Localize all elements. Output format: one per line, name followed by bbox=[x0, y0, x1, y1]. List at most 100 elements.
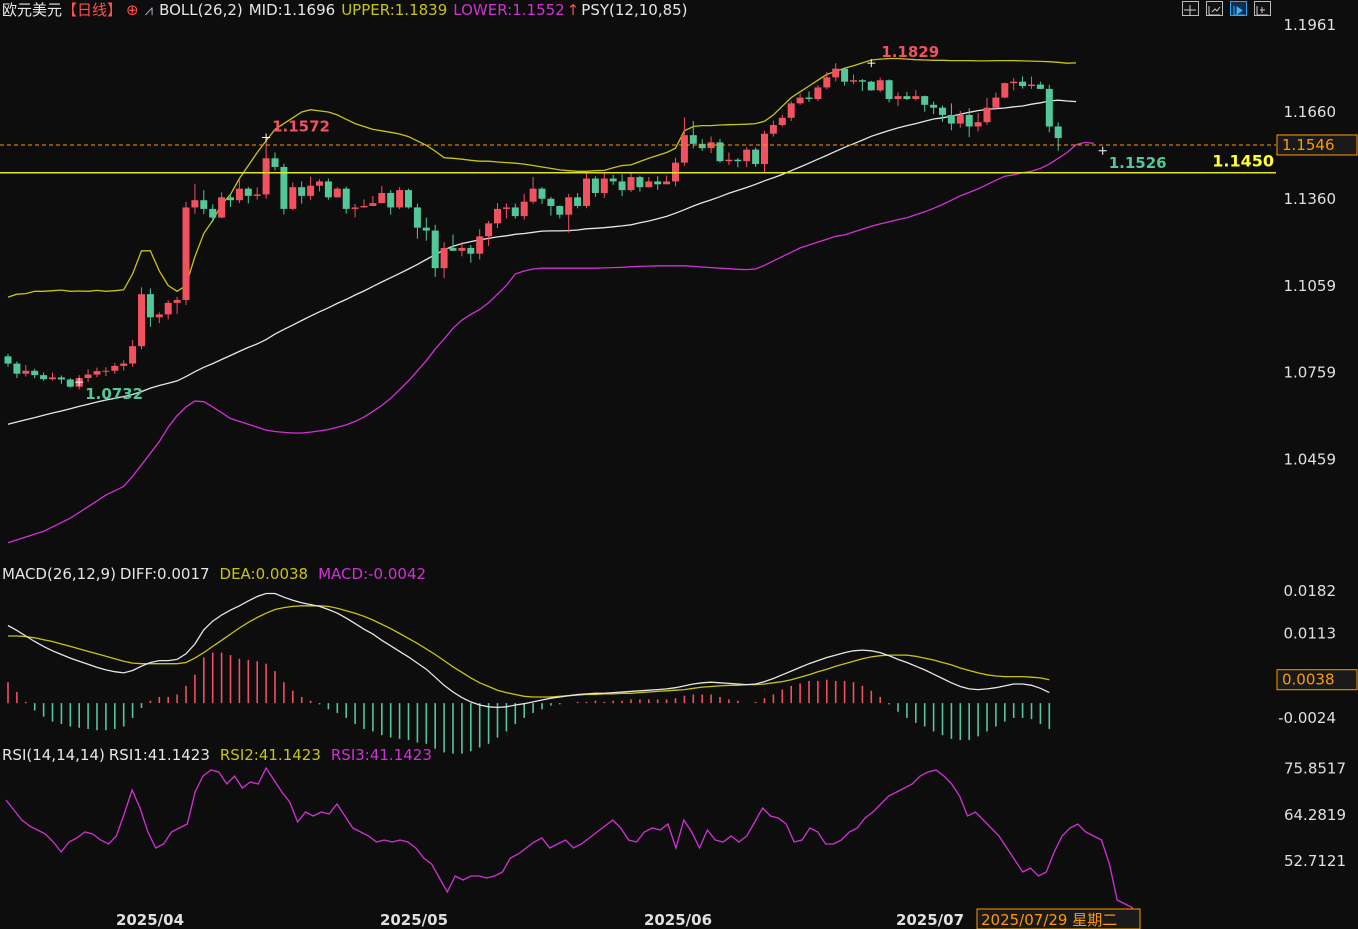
candle-body bbox=[574, 197, 582, 206]
candle-body bbox=[654, 181, 662, 185]
price-panel[interactable]: 1.1961 1.1660 1.1360 1.1059 1.0759 1.0459 1.15… bbox=[0, 16, 1358, 544]
candle-body bbox=[324, 181, 332, 198]
candle-body bbox=[609, 178, 617, 182]
main-indicator-header: 欧元美元【日线】 ⊕ ⩘ BOLL(26,2) MID:1.1696 UPPER:1.18… bbox=[2, 1, 694, 19]
candle-body bbox=[725, 159, 733, 162]
price-axis-label: 1.1059 bbox=[1284, 277, 1337, 295]
candle-body bbox=[298, 187, 306, 196]
date-axis-label: 2025/05 bbox=[380, 911, 448, 929]
candle-body bbox=[939, 107, 946, 115]
trading-chart[interactable]: 1.1961 1.1660 1.1360 1.1059 1.0759 1.0459 1.15… bbox=[0, 0, 1358, 929]
macd-header: MACD(26,12,9) DIFF:0.0017 DEA:0.0038 MACD:-… bbox=[2, 565, 432, 583]
boll-icon: ⩘ bbox=[144, 1, 154, 19]
crosshair-icon[interactable] bbox=[1182, 1, 1199, 16]
candle-body bbox=[396, 190, 404, 208]
candle-body bbox=[591, 178, 599, 193]
candle-body bbox=[405, 190, 412, 208]
rsi-axis-label: 64.2819 bbox=[1284, 806, 1346, 824]
candle-body bbox=[680, 135, 688, 163]
rsi-axis-label: 52.7121 bbox=[1284, 852, 1346, 870]
candle-body bbox=[814, 87, 822, 100]
extreme-price-label: 1.1572 bbox=[272, 117, 330, 135]
candle-body bbox=[422, 227, 430, 231]
rsi-panel[interactable]: 75.8517 64.2819 52.7121 bbox=[5, 760, 1346, 909]
candle-body bbox=[885, 80, 893, 100]
rsi2-value: RSI2:41.1423 bbox=[219, 746, 321, 764]
candle-body bbox=[253, 194, 261, 196]
candle-body bbox=[227, 197, 234, 201]
candle-body bbox=[761, 133, 768, 165]
candle-body bbox=[983, 107, 991, 123]
play-icon[interactable] bbox=[1230, 1, 1247, 16]
candle-body bbox=[636, 177, 644, 188]
rsi-axis-label: 75.8517 bbox=[1284, 760, 1346, 778]
macd-dea: DEA:0.0038 bbox=[219, 565, 309, 583]
candle-body bbox=[235, 188, 243, 201]
date-axis: 2025/04 2025/05 2025/06 2025/07 2025/07/29 星… bbox=[116, 908, 1141, 929]
macd-axis-label: 0.0182 bbox=[1284, 582, 1337, 600]
macd-axis-label: 0.0113 bbox=[1284, 625, 1337, 643]
candle-body bbox=[129, 346, 137, 364]
candle-body bbox=[111, 365, 119, 371]
current-price-label: 1.1546 bbox=[1282, 136, 1335, 154]
macd-current-label: 0.0038 bbox=[1282, 671, 1335, 689]
candle-body bbox=[769, 125, 777, 134]
candle-body bbox=[307, 185, 315, 196]
candle-body bbox=[146, 294, 154, 318]
candle-body bbox=[876, 80, 884, 91]
drawing-icon[interactable] bbox=[1206, 1, 1223, 16]
candle-body bbox=[342, 188, 350, 209]
candle-body bbox=[155, 314, 163, 318]
extreme-price-label: 1.1526 bbox=[1109, 154, 1167, 172]
candle-body bbox=[1019, 81, 1027, 87]
candle-body bbox=[40, 375, 48, 380]
candle-body bbox=[867, 81, 875, 91]
candle-body bbox=[841, 68, 849, 82]
add-indicator-icon[interactable]: ⊕ bbox=[126, 1, 139, 19]
macd-panel[interactable]: 0.01820.01130.0044-0.00240.0038 bbox=[7, 582, 1358, 754]
candle-body bbox=[956, 114, 964, 124]
candle-body bbox=[556, 205, 564, 215]
psy-label[interactable]: PSY(12,10,85) bbox=[581, 1, 687, 19]
fullscreen-icon[interactable] bbox=[1254, 1, 1271, 16]
candle-body bbox=[689, 135, 697, 144]
candle-body bbox=[1010, 81, 1018, 84]
rsi-label[interactable]: RSI(14,14,14) bbox=[2, 746, 105, 764]
candle-body bbox=[289, 187, 297, 209]
boll-lower: LOWER:1.1552 bbox=[453, 1, 565, 19]
symbol-label: 欧元美元 bbox=[2, 1, 63, 19]
period-label[interactable]: 【日线】 bbox=[62, 1, 122, 19]
boll-label[interactable]: BOLL(26,2) bbox=[159, 1, 243, 19]
price-axis-label: 1.1961 bbox=[1284, 16, 1337, 34]
rsi1-value: RSI1:41.1423 bbox=[108, 746, 210, 764]
candle-body bbox=[645, 181, 653, 188]
boll-upper: UPPER:1.1839 bbox=[341, 1, 448, 19]
macd-label[interactable]: MACD(26,12,9) bbox=[2, 565, 116, 583]
support-price-label: 1.1450 bbox=[1212, 152, 1274, 171]
price-axis-label: 1.0459 bbox=[1284, 450, 1337, 468]
candle-body bbox=[787, 103, 795, 118]
candle-body bbox=[778, 117, 786, 126]
candle-body bbox=[138, 294, 145, 347]
candle-body bbox=[796, 97, 804, 104]
candle-body bbox=[351, 207, 359, 209]
candle-body bbox=[369, 203, 377, 206]
candle-body bbox=[903, 96, 911, 100]
candle-body bbox=[66, 379, 74, 387]
candle-body bbox=[743, 149, 751, 162]
candle-body bbox=[449, 247, 457, 251]
extreme-marker bbox=[262, 133, 271, 142]
candle-body bbox=[672, 162, 679, 182]
candle-body bbox=[164, 302, 172, 315]
macd-axis-label: -0.0024 bbox=[1278, 709, 1336, 727]
candle-body bbox=[618, 181, 626, 191]
diff-line bbox=[7, 592, 1050, 709]
candle-body bbox=[84, 374, 92, 379]
candle-body bbox=[458, 247, 466, 251]
price-axis-label: 1.0759 bbox=[1284, 364, 1337, 382]
dea-line bbox=[8, 605, 1050, 698]
candle-body bbox=[271, 158, 279, 167]
candle-body bbox=[22, 370, 30, 374]
candle-body bbox=[600, 178, 608, 193]
candle-body bbox=[850, 80, 857, 82]
